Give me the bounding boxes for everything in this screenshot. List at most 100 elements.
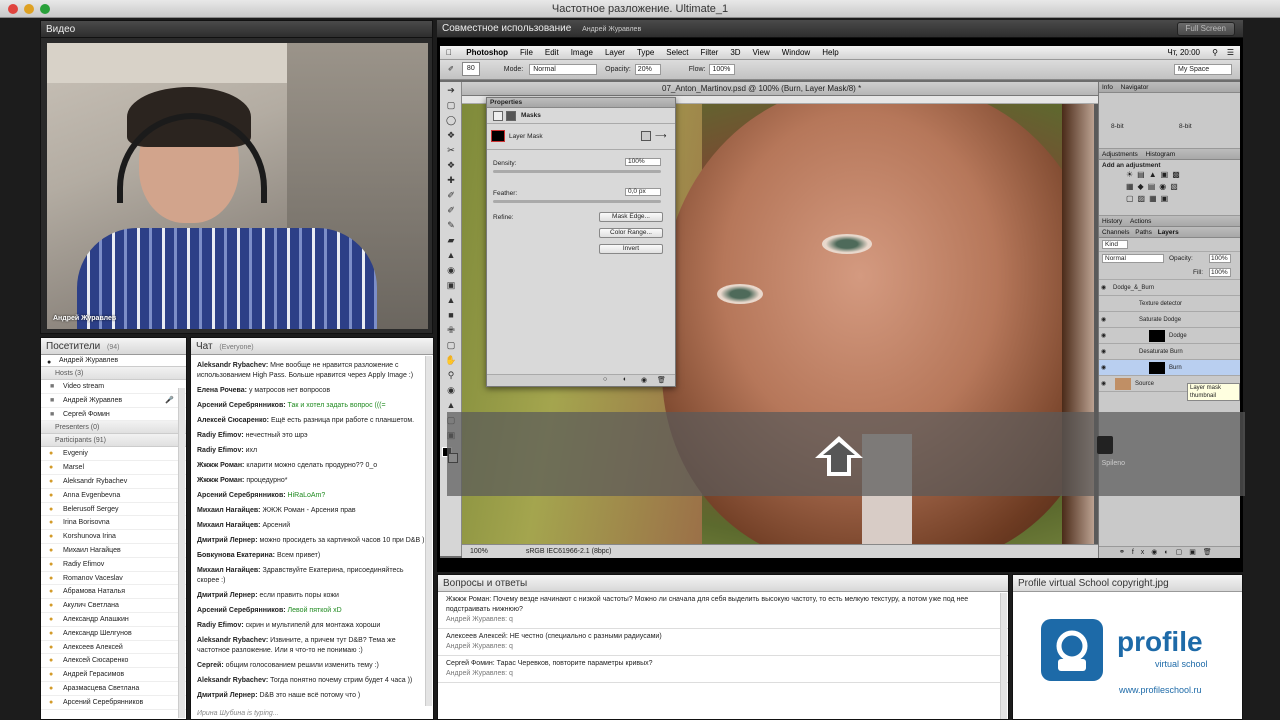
feather-slider[interactable] xyxy=(493,200,661,203)
participant-row[interactable]: ● Evgeniy xyxy=(41,447,186,462)
apple-icon[interactable]:  xyxy=(440,48,458,57)
ps-tool-icon[interactable]: ▰ xyxy=(444,233,458,247)
flow-field[interactable]: 100% xyxy=(709,63,736,75)
tab-actions[interactable]: Actions xyxy=(1130,218,1151,225)
ps-tool-icon[interactable]: ✐ xyxy=(444,188,458,202)
ps-tool-icon[interactable]: ✋ xyxy=(444,353,458,367)
participant-row[interactable]: ● Александр Шелгунов xyxy=(41,627,186,641)
layer-visibility-icon[interactable]: ◉ xyxy=(1101,280,1106,296)
participant-row[interactable]: ● Romanov Vaceslav xyxy=(41,572,186,586)
participant-row[interactable]: ● Anna Evgenbevna xyxy=(41,489,186,503)
tab-adjustments[interactable]: Adjustments xyxy=(1102,151,1138,158)
vector-mask-icon[interactable] xyxy=(506,111,516,121)
ps-tool-icon[interactable]: ■ xyxy=(444,308,458,322)
zoom-window-button[interactable] xyxy=(40,4,50,14)
doc-tab[interactable]: 07_Anton_Martinov.psd @ 100% (Burn, Laye… xyxy=(462,82,1098,96)
participant-row[interactable]: ● Арсений Серебрянников xyxy=(41,696,186,710)
ps-tool-icon[interactable]: ⚲ xyxy=(444,368,458,382)
layer-visibility-icon[interactable]: ◉ xyxy=(1101,344,1106,360)
participant-row[interactable]: ● Irina Borisovna xyxy=(41,516,186,531)
participant-row[interactable]: ● Marsel xyxy=(41,461,186,475)
add-pixel-mask-icon[interactable] xyxy=(641,131,651,141)
density-field[interactable]: 100% xyxy=(625,158,661,166)
spotlight-icon[interactable]: ⚲ xyxy=(1212,46,1218,60)
layer-mask-thumbnail[interactable] xyxy=(1149,362,1165,374)
notification-icon[interactable]: ☰ xyxy=(1227,46,1234,60)
ps-tool-icon[interactable]: ❖ xyxy=(444,128,458,142)
host-row[interactable]: ■ Сергей Фомин xyxy=(41,408,186,422)
adjustment-icons[interactable]: ☀▤▲▣▩ ▦◆▤◉▧ ▢▨▦▣ xyxy=(1126,169,1237,205)
layer-row[interactable]: ◉ Saturate Dodge xyxy=(1099,312,1240,328)
participant-row[interactable]: ● Алексеев Алексей xyxy=(41,641,186,655)
ps-menu-item[interactable]: File xyxy=(514,48,539,57)
brand-url[interactable]: www.profileschool.ru xyxy=(1119,685,1202,695)
ps-tool-icon[interactable]: ▲ xyxy=(444,398,458,412)
qa-item[interactable]: Сергей Фомин: Тарас Черевков, повторите … xyxy=(438,656,1008,683)
layer-visibility-icon[interactable]: ◉ xyxy=(1101,328,1106,344)
load-selection-icon[interactable]: ○ xyxy=(603,376,607,383)
tab-paths[interactable]: Paths xyxy=(1135,229,1152,236)
ps-tool-icon[interactable]: ✙ xyxy=(444,323,458,337)
layer-visibility-icon[interactable]: ◉ xyxy=(1101,376,1106,392)
close-window-button[interactable] xyxy=(8,4,18,14)
layer-row[interactable]: ◉ Dodge_&_Burn xyxy=(1099,280,1240,296)
tab-channels[interactable]: Channels xyxy=(1102,229,1129,236)
ps-tool-icon[interactable]: ✐ xyxy=(444,203,458,217)
ps-tool-icon[interactable]: ▢ xyxy=(444,98,458,112)
hosts-section[interactable]: Hosts (3) xyxy=(41,367,186,380)
ps-tool-icon[interactable]: ▲ xyxy=(444,248,458,262)
participant-row[interactable]: ● Radiy Efimov xyxy=(41,558,186,572)
host-row[interactable]: ■ Video stream xyxy=(41,380,186,394)
brush-size-preset[interactable]: 80 xyxy=(461,62,480,77)
tab-info[interactable]: Info xyxy=(1102,84,1113,91)
density-slider[interactable] xyxy=(493,170,661,173)
properties-tab[interactable]: Properties xyxy=(487,98,675,108)
ps-menu-item[interactable]: Window xyxy=(776,48,816,57)
add-vector-mask-icon[interactable]: ⟶ xyxy=(655,131,666,141)
layer-visibility-icon[interactable]: ◉ xyxy=(1101,360,1106,376)
participant-row[interactable]: ● Korshunova Irina xyxy=(41,530,186,544)
ps-menu-item[interactable]: Type xyxy=(631,48,660,57)
participant-row[interactable]: ● Александр Апашкин xyxy=(41,613,186,627)
ps-tool-icon[interactable]: ➔ xyxy=(444,83,458,97)
fullscreen-button[interactable]: Full Screen xyxy=(1176,22,1235,36)
layer-visibility-icon[interactable]: ◉ xyxy=(1101,312,1106,328)
layer-mask-thumbnail[interactable] xyxy=(1149,330,1165,342)
host-row[interactable]: ■ Андрей Журавлев 🎤 xyxy=(41,394,186,408)
participant-row[interactable]: ● Абрамова Наталья xyxy=(41,585,186,600)
brush-tool-icon[interactable]: ✐ xyxy=(448,66,454,73)
participant-row[interactable]: ● Аразмасцева Светлана xyxy=(41,682,186,696)
layer-row[interactable]: ◉ Dodge xyxy=(1099,328,1240,344)
ps-menu-item[interactable]: View xyxy=(747,48,776,57)
participant-row[interactable]: ● Акулич Светлана xyxy=(41,599,186,613)
feather-field[interactable]: 0,0 px xyxy=(625,188,661,196)
layer-opacity-field[interactable]: 100% xyxy=(1209,254,1231,263)
mask-edge-button[interactable]: Mask Edge... xyxy=(599,212,663,222)
participant-row[interactable]: ● Belerusoff Sergey xyxy=(41,503,186,517)
ps-tool-icon[interactable]: ▣ xyxy=(444,278,458,292)
mode-select[interactable]: Normal xyxy=(529,63,598,75)
ps-tool-icon[interactable]: ◯ xyxy=(444,113,458,127)
chat-scope[interactable]: (Everyone) xyxy=(219,344,253,351)
ps-tool-icon[interactable]: ▲ xyxy=(444,293,458,307)
attendees-scrollbar[interactable] xyxy=(178,388,185,718)
ps-menu-item[interactable]: 3D xyxy=(724,48,746,57)
blend-mode-select[interactable]: Normal xyxy=(1102,254,1164,263)
visibility-icon[interactable]: ◉ xyxy=(641,376,647,384)
layer-row[interactable]: Texture detector xyxy=(1099,296,1240,312)
presenters-section[interactable]: Presenters (0) xyxy=(41,421,186,435)
ps-menu-item[interactable]: Edit xyxy=(539,48,565,57)
workspace-select[interactable]: My Space xyxy=(1174,64,1232,75)
ps-menu-item[interactable]: Filter xyxy=(695,48,725,57)
ps-tool-icon[interactable]: ◉ xyxy=(444,263,458,277)
invert-button[interactable]: Invert xyxy=(599,244,663,254)
ps-menu-item[interactable]: Image xyxy=(565,48,599,57)
layers-footer-icons[interactable]: ⚭fx◉◐▢▣🗑 xyxy=(1099,546,1240,558)
layer-kind-filter[interactable]: Kind xyxy=(1102,240,1128,249)
ps-menu-item[interactable]: Photoshop xyxy=(460,48,514,57)
ps-tool-icon[interactable]: ◉ xyxy=(444,383,458,397)
participant-row[interactable]: ● Алексей Сюсаренко xyxy=(41,654,186,669)
pixel-mask-icon[interactable] xyxy=(493,111,503,121)
ps-menu-item[interactable]: Help xyxy=(816,48,844,57)
tab-histogram[interactable]: Histogram xyxy=(1146,151,1176,158)
